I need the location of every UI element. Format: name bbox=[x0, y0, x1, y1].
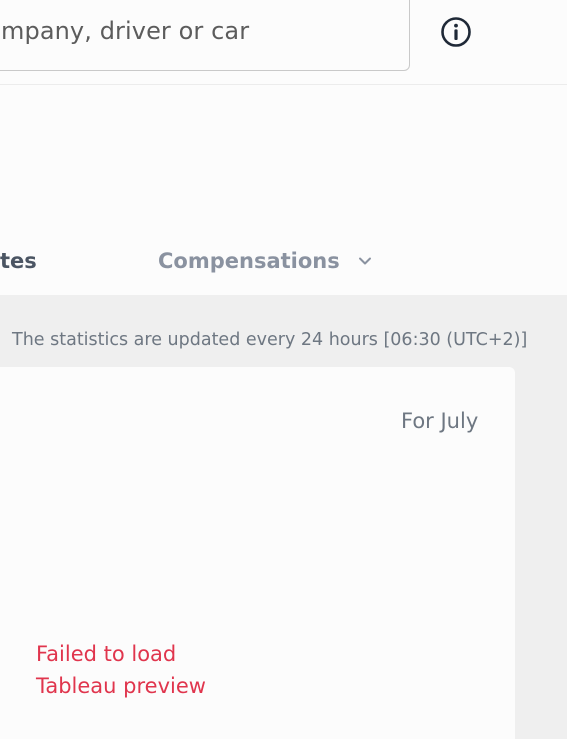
tab-rates[interactable]: tes bbox=[0, 249, 37, 273]
period-label: For July bbox=[401, 409, 479, 433]
search-placeholder: mpany, driver or car bbox=[1, 17, 250, 45]
tab-compensations[interactable]: Compensations bbox=[158, 249, 372, 273]
tab-compensations-label: Compensations bbox=[158, 249, 340, 273]
search-input[interactable]: mpany, driver or car bbox=[0, 0, 410, 71]
info-icon[interactable] bbox=[440, 16, 472, 48]
page: mpany, driver or car tes Compensations T… bbox=[0, 0, 567, 739]
stats-update-note: The statistics are updated every 24 hour… bbox=[12, 330, 528, 350]
top-header: mpany, driver or car bbox=[0, 0, 567, 85]
error-message-line2: Tableau preview bbox=[36, 674, 206, 698]
error-message-line1: Failed to load bbox=[36, 642, 177, 666]
chevron-down-icon bbox=[358, 257, 371, 265]
tab-rates-label: tes bbox=[0, 249, 37, 273]
